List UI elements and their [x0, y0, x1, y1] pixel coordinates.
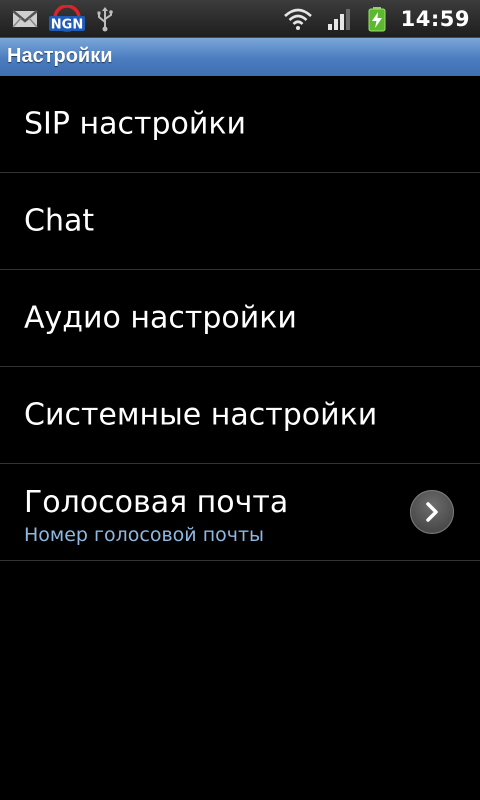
settings-item-subtitle: Номер голосовой почты — [24, 524, 265, 546]
page-title: Настройки — [7, 45, 113, 67]
gmail-icon — [12, 10, 38, 28]
voicemail-chevron-button[interactable] — [410, 490, 454, 534]
status-bar-right: 14:59 — [283, 5, 470, 33]
chevron-right-icon — [426, 502, 438, 522]
settings-item-label: Голосовая почта — [24, 485, 289, 520]
settings-item-sip[interactable]: SIP настройки — [0, 76, 480, 173]
wifi-icon — [283, 8, 312, 30]
battery-charging-icon — [368, 7, 386, 32]
signal-icon — [327, 9, 350, 30]
settings-list: SIP настройки Chat Аудио настройки Систе… — [0, 76, 480, 561]
settings-item-label: Аудио настройки — [24, 300, 297, 336]
title-bar: Настройки — [0, 38, 480, 76]
status-bar-left: NGN — [12, 5, 114, 33]
settings-item-audio[interactable]: Аудио настройки — [0, 270, 480, 367]
ngn-app-icon: NGN — [49, 5, 85, 33]
usb-icon — [97, 7, 113, 32]
status-bar-clock: 14:59 — [400, 7, 470, 31]
settings-item-label: SIP настройки — [24, 106, 246, 142]
status-bar: NGN 14:59 — [0, 0, 480, 38]
settings-item-label: Системные настройки — [24, 397, 378, 433]
settings-item-label: Chat — [24, 203, 95, 239]
settings-item-chat[interactable]: Chat — [0, 173, 480, 270]
settings-item-system[interactable]: Системные настройки — [0, 367, 480, 464]
settings-item-voicemail[interactable]: Голосовая почта Номер голосовой почты — [0, 464, 480, 561]
svg-text:NGN: NGN — [51, 18, 83, 33]
